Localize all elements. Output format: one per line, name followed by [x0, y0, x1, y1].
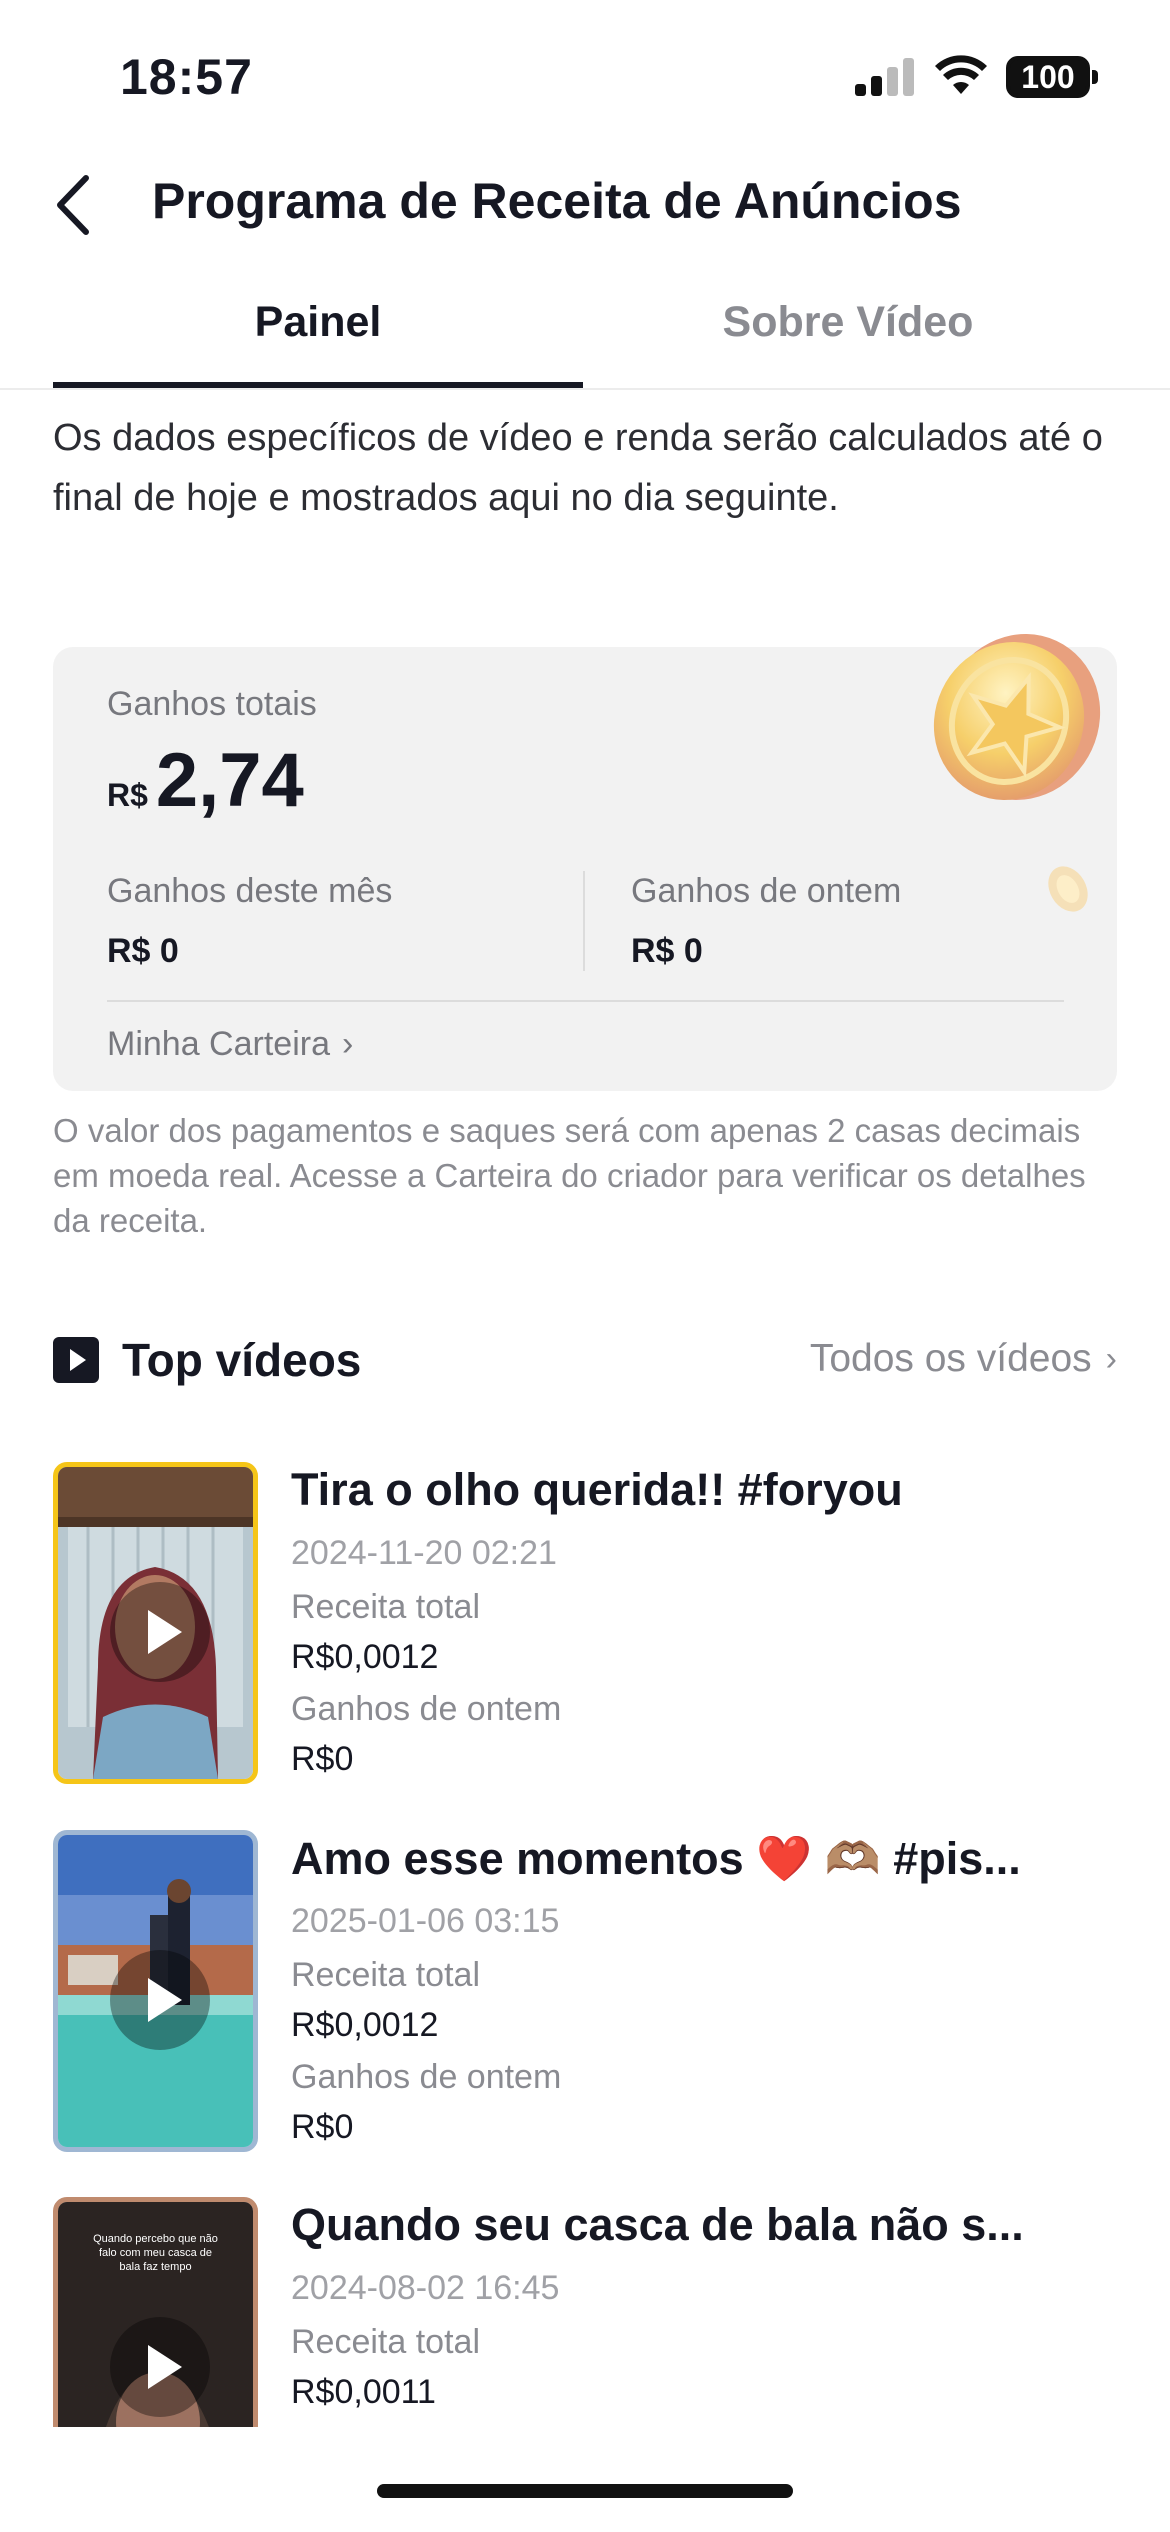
tab-sobre-video[interactable]: Sobre Vídeo — [583, 298, 1113, 347]
home-indicator[interactable] — [377, 2484, 793, 2498]
play-icon — [110, 1582, 210, 1682]
thumbnail-caption: Quando percebo que não falo com meu casc… — [93, 2233, 218, 2273]
video-title[interactable]: Tira o olho querida!! #foryou — [291, 1464, 1117, 1516]
video-date: 2025-01-06 03:15 — [291, 1902, 560, 1940]
payment-note: O valor dos pagamentos e saques será com… — [53, 1112, 1086, 1239]
video-thumbnail[interactable]: Quando percebo que não falo com meu casc… — [53, 2197, 258, 2427]
currency-symbol: R$ — [107, 777, 148, 813]
revenue-value: R$0,0011 — [291, 2373, 436, 2411]
status-bar: 18:57 100 — [0, 0, 1170, 150]
revenue-label: Receita total — [291, 1956, 480, 1994]
my-wallet-label: Minha Carteira — [107, 1025, 330, 1063]
video-date: 2024-11-20 02:21 — [291, 1534, 557, 1572]
yesterday-earnings-label: Ganhos de ontem — [631, 872, 902, 910]
battery-cap — [1092, 70, 1098, 84]
chevron-right-icon: › — [341, 1025, 354, 1063]
revenue-label: Receita total — [291, 1588, 480, 1626]
play-icon — [110, 2317, 210, 2417]
revenue-label: Receita total — [291, 2323, 480, 2361]
data-notice: Os dados específicos de vídeo e renda se… — [53, 417, 1103, 519]
gold-coin-star-icon — [933, 634, 1101, 800]
total-earnings-value: R$ 2,74 — [107, 737, 304, 824]
yesterday-earnings-value: R$ 0 — [631, 932, 703, 970]
small-coin-icon — [1048, 866, 1088, 912]
my-wallet-link[interactable]: Minha Carteira › — [107, 1025, 353, 1064]
vertical-divider — [583, 871, 585, 971]
all-videos-label: Todos os vídeos — [809, 1337, 1092, 1380]
back-arrow-icon[interactable] — [44, 170, 114, 240]
battery-icon: 100 — [1006, 56, 1090, 98]
tab-bar: Painel Sobre Vídeo — [0, 280, 1170, 390]
chevron-right-icon: › — [1105, 1339, 1117, 1378]
yesterday-label: Ganhos de ontem — [291, 2058, 562, 2096]
video-play-icon — [53, 1337, 99, 1383]
yesterday-value: R$0 — [291, 1740, 354, 1778]
video-title[interactable]: Amo esse momentos ❤️ 🫶🏽 #pis... — [291, 1832, 1117, 1885]
wifi-icon — [935, 55, 987, 94]
status-time: 18:57 — [120, 49, 253, 105]
video-date: 2024-08-02 16:45 — [291, 2269, 560, 2307]
revenue-value: R$0,0012 — [291, 2006, 439, 2044]
top-videos-title: Top vídeos — [122, 1334, 362, 1386]
tab-active-indicator — [53, 382, 583, 388]
yesterday-value: R$0 — [291, 2108, 354, 2146]
horizontal-divider — [107, 1000, 1064, 1002]
header: Programa de Receita de Anúncios — [0, 150, 1170, 260]
total-amount: 2,74 — [155, 738, 304, 823]
video-item[interactable]: Amo esse momentos ❤️ 🫶🏽 #pis... 2025-01-… — [53, 1830, 1117, 2160]
play-icon — [110, 1950, 210, 2050]
page-title: Programa de Receita de Anúncios — [152, 173, 962, 229]
top-videos-header: Top vídeos Todos os vídeos › — [53, 1325, 1117, 1395]
month-earnings-label: Ganhos deste mês — [107, 872, 393, 910]
video-thumbnail[interactable] — [53, 1830, 258, 2152]
cellular-signal-icon — [855, 58, 915, 96]
tab-painel[interactable]: Painel — [53, 298, 583, 347]
all-videos-link[interactable]: Todos os vídeos › — [810, 1337, 1117, 1381]
month-earnings-value: R$ 0 — [107, 932, 179, 970]
revenue-value: R$0,0012 — [291, 1638, 439, 1676]
yesterday-label: Ganhos de ontem — [291, 1690, 562, 1728]
video-title[interactable]: Quando seu casca de bala não s... — [291, 2199, 1117, 2251]
total-earnings-label: Ganhos totais — [107, 685, 317, 723]
video-item[interactable]: Quando percebo que não falo com meu casc… — [53, 2197, 1117, 2427]
earnings-card: Ganhos totais R$ 2,74 Ganhos deste mês R… — [53, 634, 1117, 1091]
video-item[interactable]: Tira o olho querida!! #foryou 2024-11-20… — [53, 1462, 1117, 1792]
video-thumbnail[interactable] — [53, 1462, 258, 1784]
